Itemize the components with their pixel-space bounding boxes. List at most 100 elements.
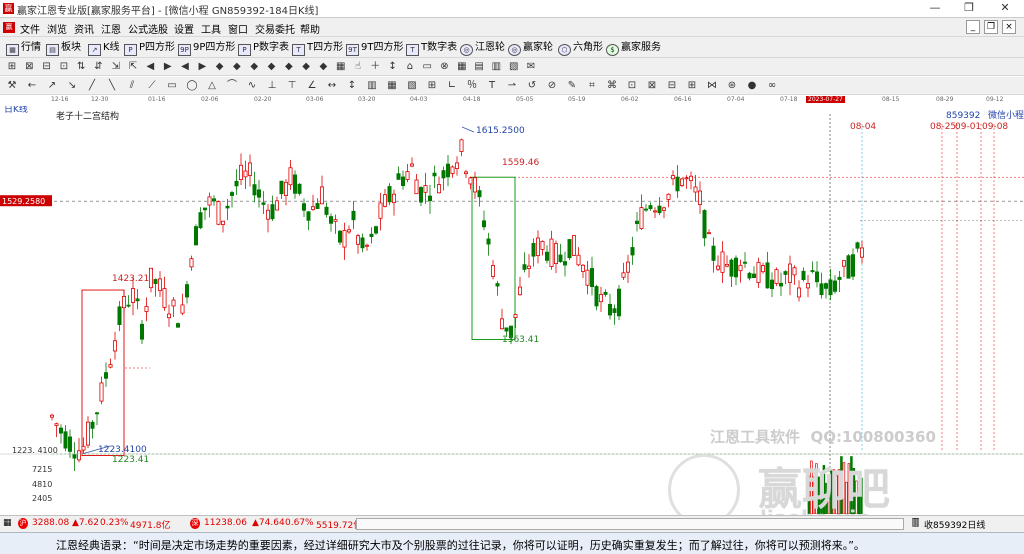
draw-icon-21[interactable]: ▧ — [405, 79, 419, 93]
draw-icon-22[interactable]: ⊞ — [425, 79, 439, 93]
mdi-close-button[interactable]: × — [1002, 20, 1016, 34]
9p-square-button[interactable]: 9P 9P四方形 — [178, 40, 235, 56]
tool-icon-2[interactable]: ⊠ — [22, 60, 36, 74]
mdi-minimize-button[interactable]: _ — [966, 20, 980, 34]
menu-gann[interactable]: 江恩 — [101, 21, 121, 36]
draw-icon-25[interactable]: T — [485, 79, 499, 93]
close-button[interactable]: ✕ — [988, 0, 1022, 17]
draw-icon-5[interactable]: ╱ — [85, 79, 99, 93]
draw-icon-9[interactable]: ▭ — [165, 79, 179, 93]
sectors-button[interactable]: ▤ 板块 — [46, 40, 81, 56]
tool-icon-16[interactable]: ◆ — [265, 60, 279, 74]
draw-icon-16[interactable]: ∠ — [305, 79, 319, 93]
tool-icon-15[interactable]: ◆ — [247, 60, 261, 74]
tool-icon-22[interactable]: ＋ — [368, 60, 382, 74]
t-square-button[interactable]: T T四方形 — [292, 40, 343, 56]
menu-trade[interactable]: 交易委托 — [255, 21, 295, 36]
tool-icon-8[interactable]: ⇱ — [126, 60, 140, 74]
draw-icon-14[interactable]: ⊥ — [265, 79, 279, 93]
draw-icon-19[interactable]: ▥ — [365, 79, 379, 93]
maximize-button[interactable]: ❐ — [952, 0, 986, 17]
draw-icon-23[interactable]: ∟ — [445, 79, 459, 93]
draw-icon-28[interactable]: ⊘ — [545, 79, 559, 93]
minimize-button[interactable]: — — [918, 0, 952, 17]
menu-formula[interactable]: 公式选股 — [128, 21, 168, 36]
gann-wheel-button[interactable]: ◎ 江恩轮 — [460, 40, 505, 56]
tool-icon-30[interactable]: ▧ — [507, 60, 521, 74]
kline-button[interactable]: ↗ K线 — [88, 40, 120, 56]
app-menu-icon[interactable]: 赢 — [3, 22, 15, 33]
draw-icon-27[interactable]: ↺ — [525, 79, 539, 93]
menu-file[interactable]: 文件 — [20, 21, 40, 36]
draw-icon-33[interactable]: ⊠ — [645, 79, 659, 93]
draw-icon-35[interactable]: ⊞ — [685, 79, 699, 93]
tool-icon-11[interactable]: ◀ — [178, 60, 192, 74]
draw-icon-37[interactable]: ⊛ — [725, 79, 739, 93]
menu-window[interactable]: 窗口 — [228, 21, 248, 36]
tool-icon-20[interactable]: ▦ — [334, 60, 348, 74]
draw-icon-8[interactable]: ⟋ — [145, 79, 159, 93]
hexagon-button[interactable]: ⬡ 六角形 — [558, 40, 603, 56]
9t-square-button[interactable]: 9T 9T四方形 — [346, 40, 403, 56]
draw-icon-38[interactable]: ● — [745, 79, 759, 93]
menu-settings[interactable]: 设置 — [174, 21, 194, 36]
draw-icon-39[interactable]: ∞ — [765, 79, 779, 93]
tool-icon-12[interactable]: ▶ — [195, 60, 209, 74]
draw-icon-30[interactable]: ⌗ — [585, 79, 599, 93]
tool-icon-21[interactable]: ☝ — [351, 60, 365, 74]
tool-icon-3[interactable]: ⊟ — [40, 60, 54, 74]
draw-icon-20[interactable]: ▦ — [385, 79, 399, 93]
tool-icon-5[interactable]: ⇅ — [74, 60, 88, 74]
tool-icon-7[interactable]: ⇲ — [109, 60, 123, 74]
p-square-button[interactable]: P P四方形 — [124, 40, 175, 56]
draw-icon-26[interactable]: ⇀ — [505, 79, 519, 93]
tool-icon-29[interactable]: ▥ — [489, 60, 503, 74]
tool-icon-31[interactable]: ✉ — [524, 60, 538, 74]
draw-icon-10[interactable]: ◯ — [185, 79, 199, 93]
tool-icon-14[interactable]: ◆ — [230, 60, 244, 74]
tool-icon-10[interactable]: ▶ — [161, 60, 175, 74]
draw-icon-29[interactable]: ✎ — [565, 79, 579, 93]
draw-icon-11[interactable]: △ — [205, 79, 219, 93]
tool-icon-9[interactable]: ◀ — [143, 60, 157, 74]
draw-icon-17[interactable]: ↔ — [325, 79, 339, 93]
winner-service-button[interactable]: $ 赢家服务 — [606, 40, 661, 56]
menu-help[interactable]: 帮助 — [300, 21, 320, 36]
draw-icon-1[interactable]: ⚒ — [5, 79, 19, 93]
mdi-restore-button[interactable]: ❐ — [984, 20, 998, 34]
menu-tools[interactable]: 工具 — [201, 21, 221, 36]
p-number-button[interactable]: P P数字表 — [238, 40, 289, 56]
tool-icon-17[interactable]: ◆ — [282, 60, 296, 74]
draw-icon-24[interactable]: ％ — [465, 79, 479, 93]
menu-browse[interactable]: 浏览 — [47, 21, 67, 36]
tool-icon-13[interactable]: ◆ — [213, 60, 227, 74]
tool-icon-23[interactable]: ↕ — [386, 60, 400, 74]
draw-icon-6[interactable]: ╲ — [105, 79, 119, 93]
tool-icon-6[interactable]: ⇵ — [92, 60, 106, 74]
quotes-button[interactable]: ▦ 行情 — [6, 40, 41, 56]
draw-icon-32[interactable]: ⊡ — [625, 79, 639, 93]
winner-wheel-button[interactable]: ◎ 赢家轮 — [508, 40, 553, 56]
draw-icon-7[interactable]: ⫽ — [125, 79, 139, 93]
draw-icon-15[interactable]: ⊤ — [285, 79, 299, 93]
draw-icon-34[interactable]: ⊟ — [665, 79, 679, 93]
draw-icon-13[interactable]: ∿ — [245, 79, 259, 93]
draw-icon-36[interactable]: ⋈ — [705, 79, 719, 93]
tool-icon-4[interactable]: ⊡ — [57, 60, 71, 74]
draw-icon-18[interactable]: ↕ — [345, 79, 359, 93]
tool-icon-1[interactable]: ⊞ — [5, 60, 19, 74]
draw-icon-3[interactable]: ↗ — [45, 79, 59, 93]
tool-icon-27[interactable]: ▦ — [455, 60, 469, 74]
tool-icon-26[interactable]: ⊗ — [438, 60, 452, 74]
horizontal-scrollbar[interactable] — [356, 518, 904, 530]
draw-icon-2[interactable]: ← — [25, 79, 39, 93]
tool-icon-19[interactable]: ◆ — [316, 60, 330, 74]
tool-icon-18[interactable]: ◆ — [299, 60, 313, 74]
draw-icon-4[interactable]: ↘ — [65, 79, 79, 93]
tool-icon-28[interactable]: ▤ — [472, 60, 486, 74]
ticker-menu-icon[interactable]: ▦ — [3, 518, 12, 528]
draw-icon-12[interactable]: ⌒ — [225, 79, 239, 93]
tool-icon-24[interactable]: ⌂ — [403, 60, 417, 74]
draw-icon-31[interactable]: ⌘ — [605, 79, 619, 93]
tool-icon-25[interactable]: ▭ — [420, 60, 434, 74]
